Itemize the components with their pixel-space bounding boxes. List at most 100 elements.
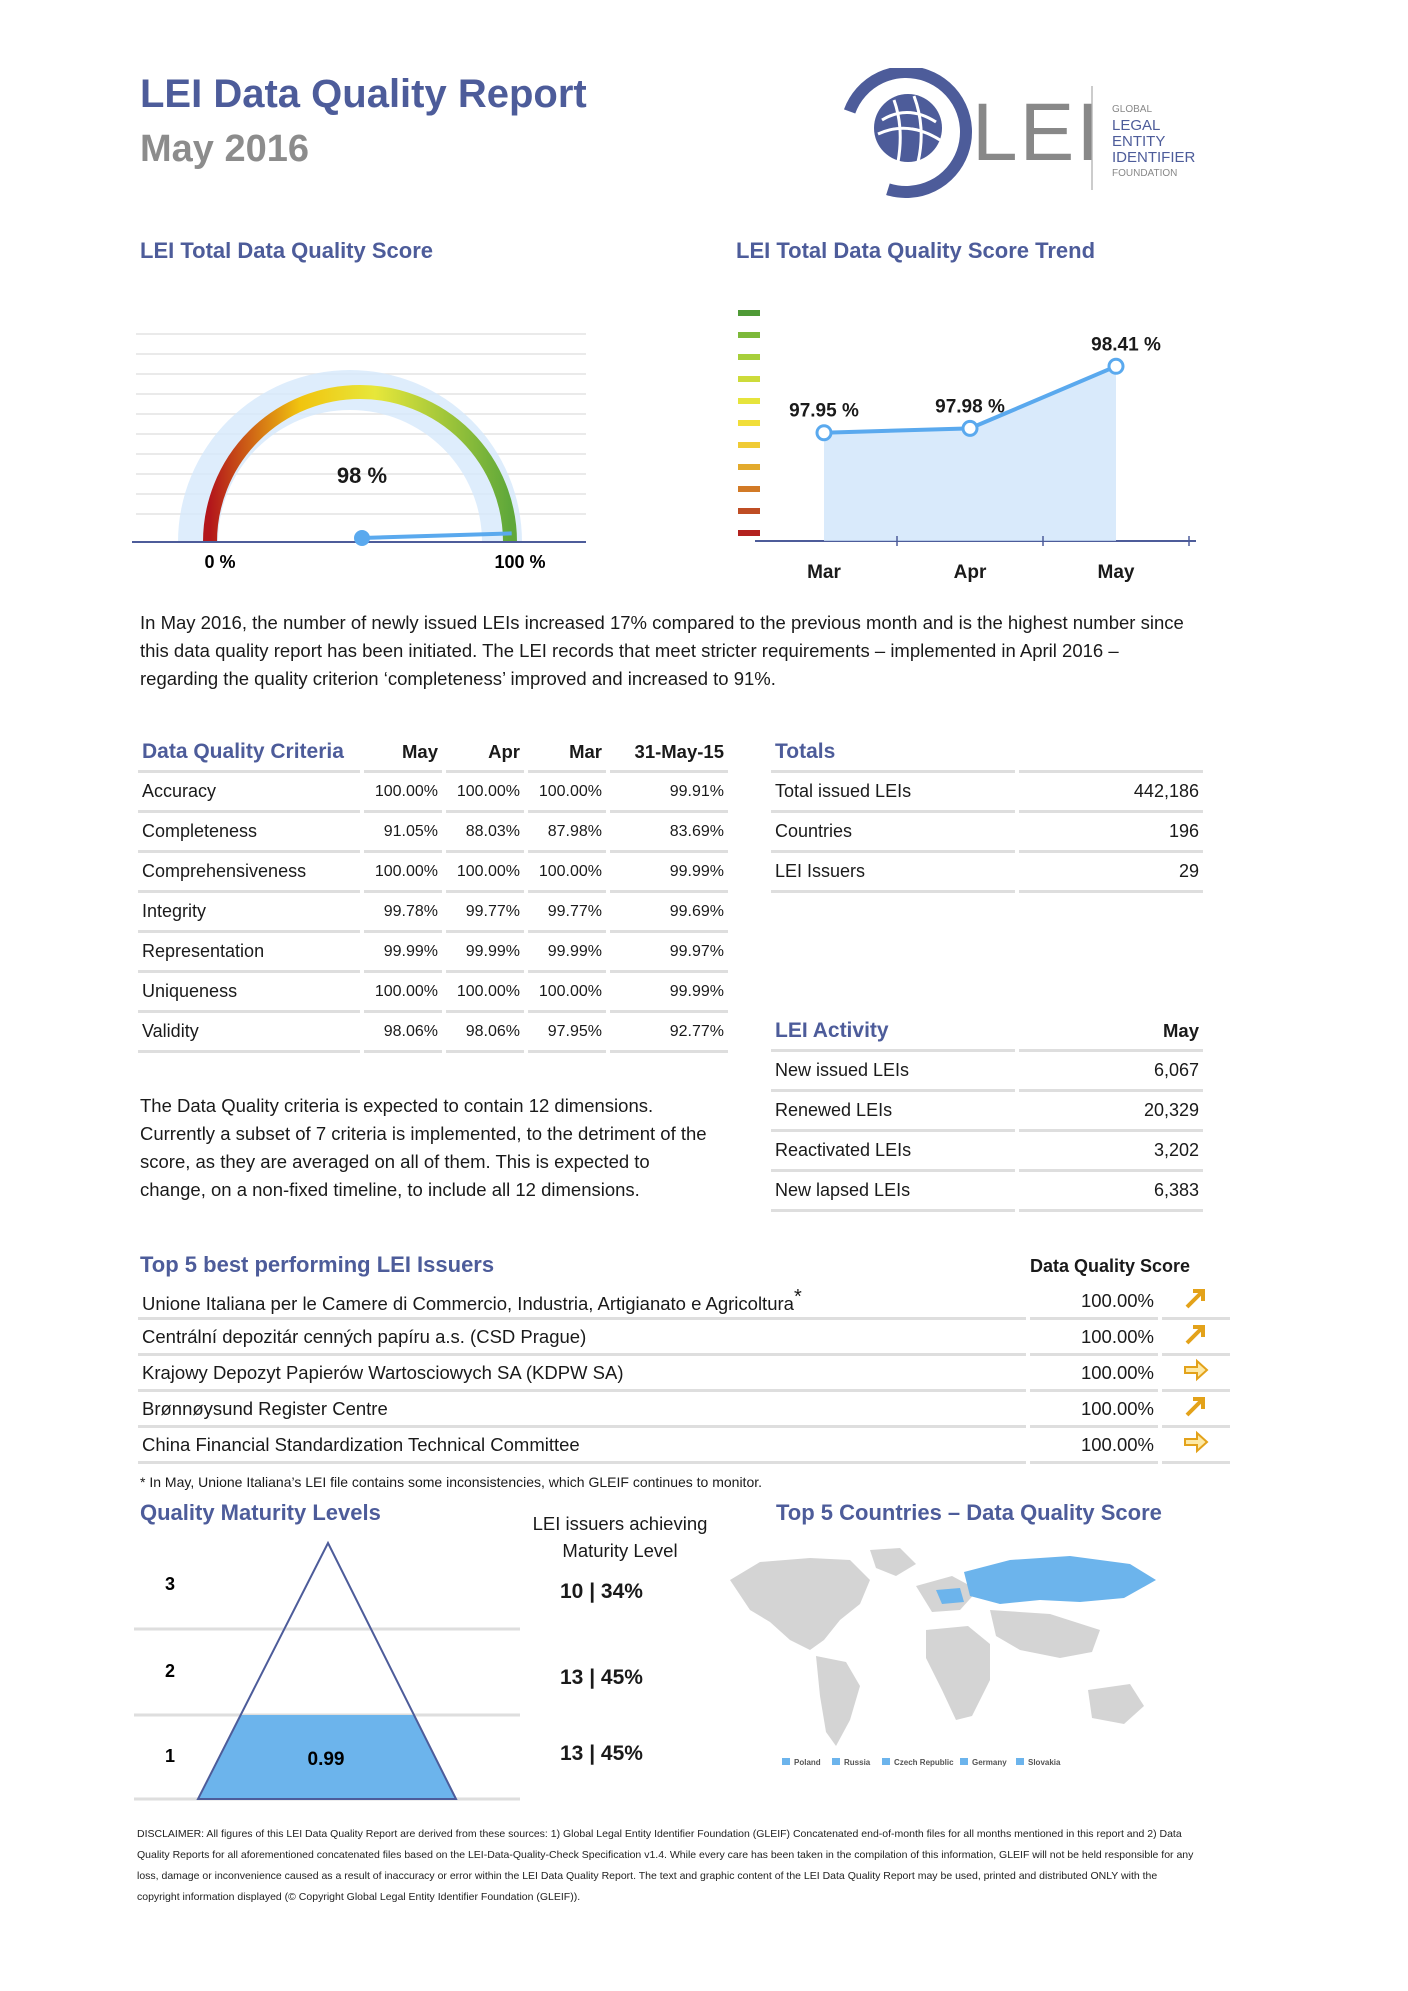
activity-label: Reactivated LEIs	[771, 1132, 1015, 1172]
maturity-pyramid: 0.99 3 2 1	[134, 1540, 520, 1801]
criterion-may: 99.99%	[364, 933, 442, 973]
south-america-shape	[816, 1656, 860, 1746]
activity-value: 3,202	[1019, 1132, 1203, 1172]
criteria-header-31-may-15: 31-May-15	[610, 733, 728, 773]
greenland-shape	[870, 1548, 916, 1576]
table-row: Total issued LEIs 442,186	[771, 773, 1203, 813]
issuer-score: 100.00%	[1030, 1392, 1158, 1428]
criterion-apr: 100.00%	[446, 773, 524, 813]
totals-header-row: Totals	[771, 733, 1203, 773]
activity-value: 6,383	[1019, 1172, 1203, 1212]
criterion-mar: 100.00%	[528, 853, 606, 893]
criteria-note: The Data Quality criteria is expected to…	[140, 1095, 707, 1200]
logo-line-identifier: IDENTIFIER	[1112, 149, 1196, 166]
top-issuers-column: Data Quality Score	[1030, 1256, 1191, 1276]
criteria-header-may: May	[364, 733, 442, 773]
criteria-header-row: Data Quality Criteria May Apr Mar 31-May…	[138, 733, 728, 773]
up-right-arrow-icon	[1162, 1320, 1230, 1356]
criterion-may15: 99.97%	[610, 933, 728, 973]
gauge-hub	[354, 530, 370, 546]
issuer-score: 100.00%	[1030, 1320, 1158, 1356]
issuer-name-cell: Krajowy Depozyt Papierów Wartosciowych S…	[138, 1356, 1026, 1392]
table-row: Accuracy 100.00% 100.00% 100.00% 99.91%	[138, 773, 728, 813]
score-gauge: 98 % 0 % 100 %	[132, 333, 586, 572]
gauge-value-label: 98 %	[337, 463, 387, 488]
countries-title: Top 5 Countries – Data Quality Score	[776, 1500, 1162, 1525]
table-row: Comprehensiveness 100.00% 100.00% 100.00% 99…	[138, 853, 728, 893]
russia-highlight	[964, 1556, 1156, 1604]
table-row: Integrity 99.78% 99.77% 99.77% 99.69%	[138, 893, 728, 933]
table-row: China Financial Standardization Technica…	[138, 1428, 1230, 1464]
criterion-may15: 99.91%	[610, 773, 728, 813]
criterion-apr: 99.99%	[446, 933, 524, 973]
trend-category-label: Mar	[807, 562, 841, 583]
maturity-level-label: 3	[165, 1574, 175, 1594]
intro-paragraph: In May 2016, the number of newly issued …	[140, 612, 1184, 689]
activity-label: New issued LEIs	[771, 1052, 1015, 1092]
maturity-fill-label: 0.99	[308, 1749, 345, 1770]
asia-south-shape	[990, 1610, 1100, 1658]
table-row: LEI Issuers 29	[771, 853, 1203, 893]
maturity-level-value: 10 | 34%	[560, 1580, 643, 1603]
criterion-apr: 99.77%	[446, 893, 524, 933]
activity-label: New lapsed LEIs	[771, 1172, 1015, 1212]
criterion-may15: 92.77%	[610, 1013, 728, 1053]
table-row: Reactivated LEIs 3,202	[771, 1132, 1203, 1172]
table-row: Uniqueness 100.00% 100.00% 100.00% 99.99%	[138, 973, 728, 1013]
criteria-table: Data Quality Criteria May Apr Mar 31-May…	[134, 733, 732, 1053]
totals-label: Total issued LEIs	[771, 773, 1015, 813]
maturity-level-value: 13 | 45%	[560, 1666, 643, 1689]
trend-data-label: 98.41 %	[1091, 334, 1161, 355]
table-row: Renewed LEIs 20,329	[771, 1092, 1203, 1132]
logo-text: GLOBAL LEGAL ENTITY IDENTIFIER FOUNDATIO…	[1112, 102, 1195, 182]
criterion-mar: 99.77%	[528, 893, 606, 933]
table-row: Countries 196	[771, 813, 1203, 853]
criterion-apr: 100.00%	[446, 973, 524, 1013]
totals-value: 196	[1019, 813, 1203, 853]
criterion-mar: 99.99%	[528, 933, 606, 973]
maturity-caption: LEI issuers achieving Maturity Level	[532, 1513, 708, 1561]
right-arrow-icon	[1162, 1428, 1230, 1464]
activity-title: LEI Activity	[771, 1012, 1015, 1052]
maturity-level-label: 1	[165, 1746, 175, 1766]
criterion-may15: 83.69%	[610, 813, 728, 853]
issuer-name-cell: Brønnøysund Register Centre	[138, 1392, 1026, 1428]
trend-title: LEI Total Data Quality Score Trend	[736, 238, 1096, 263]
australia-shape	[1088, 1684, 1144, 1724]
legend-germany: Germany	[972, 1758, 1007, 1767]
trend-point	[815, 424, 833, 442]
activity-value: 20,329	[1019, 1092, 1203, 1132]
criterion-may: 91.05%	[364, 813, 442, 853]
trend-chart: 97.95 % Mar 97.98 % Apr 98.41 % May	[738, 310, 1196, 583]
top-issuers-title: Top 5 best performing LEI Issuers	[140, 1252, 495, 1277]
world-map: Poland Russia Czech Republic Germany Slo…	[730, 1548, 1156, 1767]
totals-value: 442,186	[1019, 773, 1203, 813]
table-row: New lapsed LEIs 6,383	[771, 1172, 1203, 1212]
issuers-footnote: * In May, Unione Italiana’s LEI file con…	[140, 1474, 763, 1490]
issuer-score: 100.00%	[1030, 1356, 1158, 1392]
trend-point	[961, 419, 979, 437]
totals-value: 29	[1019, 853, 1203, 893]
gauge-max-label: 100 %	[494, 552, 545, 572]
criterion-may: 100.00%	[364, 773, 442, 813]
table-row: Completeness 91.05% 88.03% 87.98% 83.69%	[138, 813, 728, 853]
right-arrow-icon	[1162, 1356, 1230, 1392]
totals-title: Totals	[771, 733, 1015, 773]
table-row: Krajowy Depozyt Papierów Wartosciowych S…	[138, 1356, 1230, 1392]
report-subtitle: May 2016	[140, 128, 310, 170]
criterion-may: 99.78%	[364, 893, 442, 933]
map-legend: Poland Russia Czech Republic Germany Slo…	[782, 1758, 1061, 1767]
criterion-mar: 97.95%	[528, 1013, 606, 1053]
trend-data-label: 97.98 %	[935, 396, 1005, 417]
criterion-mar: 100.00%	[528, 973, 606, 1013]
criterion-may: 98.06%	[364, 1013, 442, 1053]
criterion-may15: 99.99%	[610, 853, 728, 893]
activity-label: Renewed LEIs	[771, 1092, 1015, 1132]
issuer-name: Brønnøysund Register Centre	[142, 1397, 388, 1419]
criteria-header-apr: Apr	[446, 733, 524, 773]
logo-line-global: GLOBAL	[1112, 104, 1153, 115]
color-scale	[738, 310, 760, 536]
score-title: LEI Total Data Quality Score	[140, 238, 433, 263]
criterion-apr: 98.06%	[446, 1013, 524, 1053]
lei-logo: LEI GLOBAL LEGAL ENTITY IDENTIFIER FOUND…	[840, 66, 1212, 198]
